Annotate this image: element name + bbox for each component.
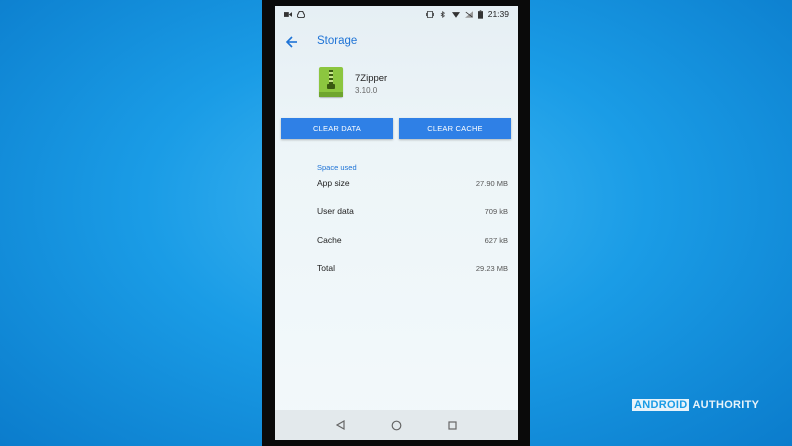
wifi-icon: [451, 11, 460, 18]
circle-home-icon: [391, 420, 402, 430]
row-value: 627 kB: [484, 236, 508, 245]
back-arrow-icon[interactable]: [285, 35, 299, 49]
android-authority-watermark: ANDROID AUTHORITY: [632, 399, 759, 411]
row-value: 29.23 MB: [475, 264, 508, 273]
navigation-bar: [275, 410, 518, 440]
app-name: 7Zipper: [355, 73, 388, 84]
watermark-part2: AUTHORITY: [692, 399, 760, 411]
row-label: Total: [317, 263, 335, 273]
storage-row-user-data: User data 709 kB: [275, 206, 518, 224]
clear-data-button[interactable]: CLEAR DATA: [281, 118, 393, 139]
app-info: 7Zipper 3.10.0: [275, 66, 518, 102]
vibrate-icon: [425, 10, 434, 18]
video-camera-icon: [284, 11, 292, 17]
storage-row-app-size: App size 27.90 MB: [275, 178, 518, 196]
row-label: Cache: [317, 235, 342, 245]
storage-row-total: Total 29.23 MB: [275, 263, 518, 281]
phone-screen: 21:39 Storage 7Zipper 3.10.0 CLEAR DATA …: [275, 6, 518, 440]
signal-icon: [464, 10, 473, 18]
triangle-back-icon: [335, 420, 345, 430]
page-title: Storage: [317, 35, 358, 47]
row-label: User data: [317, 206, 354, 216]
drive-icon: [297, 10, 305, 18]
row-value: 27.90 MB: [475, 179, 508, 188]
status-bar: 21:39: [275, 6, 518, 22]
status-time: 21:39: [487, 9, 509, 19]
app-version: 3.10.0: [355, 86, 378, 95]
nav-recents-button[interactable]: [445, 418, 459, 432]
storage-row-cache: Cache 627 kB: [275, 235, 518, 253]
battery-icon: [477, 9, 483, 19]
clear-cache-button[interactable]: CLEAR CACHE: [399, 118, 511, 139]
nav-home-button[interactable]: [389, 418, 403, 432]
bluetooth-icon: [440, 10, 445, 18]
row-value: 709 kB: [484, 207, 508, 216]
app-header: Storage: [275, 22, 518, 62]
row-label: App size: [317, 178, 350, 188]
nav-back-button[interactable]: [334, 418, 348, 432]
zipper-app-icon: [319, 67, 343, 97]
watermark-part1: ANDROID: [632, 399, 690, 411]
space-used-heading: Space used: [317, 163, 357, 172]
square-recents-icon: [448, 420, 457, 430]
